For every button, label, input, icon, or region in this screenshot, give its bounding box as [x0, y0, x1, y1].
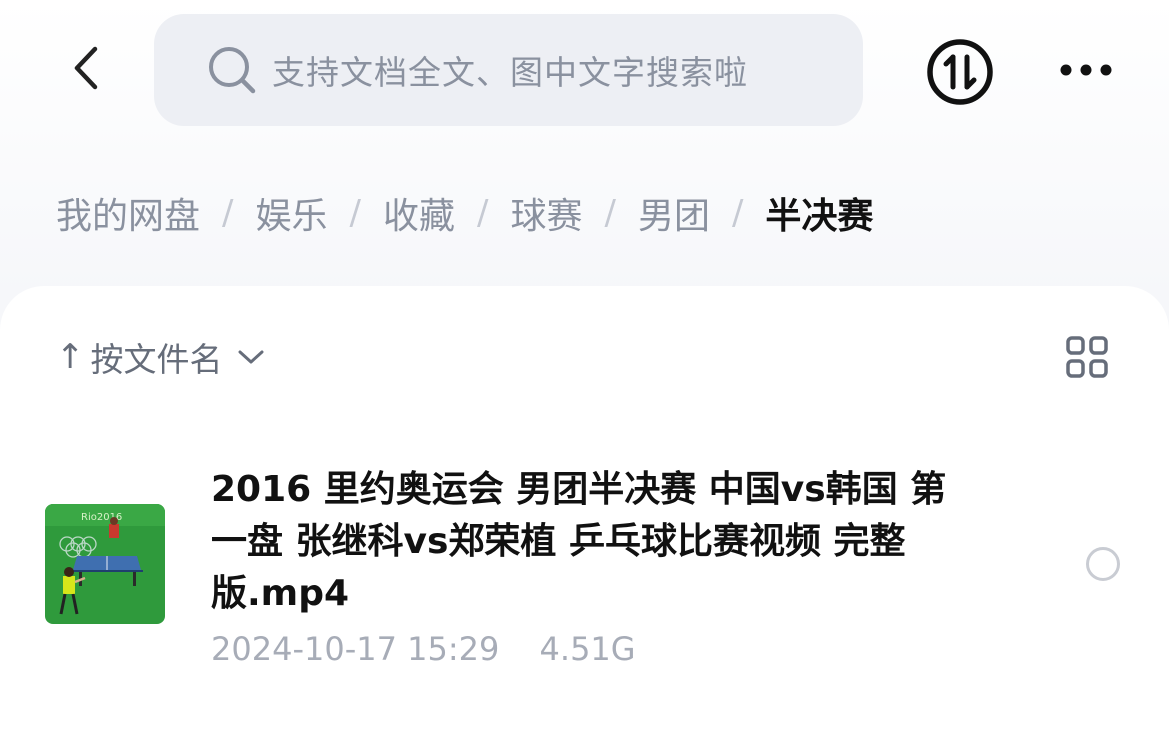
view-mode-toggle[interactable] [1062, 332, 1112, 382]
chevron-down-icon [237, 348, 265, 366]
sort-selector[interactable]: ↑ 按文件名 [56, 336, 265, 379]
chevron-left-icon [74, 46, 98, 90]
breadcrumb-separator: / [604, 193, 616, 233]
breadcrumb-item-mens-team[interactable]: 男团 [638, 187, 710, 239]
sort-direction-arrow: ↑ [56, 337, 85, 377]
top-bar: 支持文档全文、图中文字搜索啦 [0, 0, 1169, 140]
breadcrumb-item-my-drive[interactable]: 我的网盘 [56, 187, 200, 239]
breadcrumb-separator: / [476, 193, 489, 233]
breadcrumb-item-entertainment[interactable]: 娱乐 [255, 187, 327, 239]
sort-label: 按文件名 [90, 340, 223, 379]
search-bar[interactable]: 支持文档全文、图中文字搜索啦 [154, 14, 863, 126]
file-name: 2016 里约奥运会 男团半决赛 中国vs韩国 第一盘 张继科vs郑荣植 乒乓球… [211, 469, 947, 614]
breadcrumb-separator: / [731, 193, 744, 233]
more-button[interactable] [1052, 42, 1120, 98]
file-meta: 2024-10-17 15:29 4.51G [211, 630, 636, 668]
breadcrumb: 我的网盘 / 娱乐 / 收藏 / 球赛 / 男团 / 半决赛 [56, 186, 873, 240]
breadcrumb-current: 半决赛 [765, 196, 874, 237]
back-button[interactable] [58, 38, 114, 98]
file-list-item[interactable]: Rio2016 2016 里约奥运会 男团半决赛 中国vs韩国 第一盘 张继科v… [0, 446, 1169, 686]
breadcrumb-separator: / [222, 193, 234, 233]
select-checkbox[interactable] [1086, 547, 1120, 581]
file-size: 4.51G [539, 630, 636, 668]
breadcrumb-separator: / [349, 193, 361, 233]
breadcrumb-item-favorites[interactable]: 收藏 [383, 187, 455, 239]
more-dots-icon [1060, 64, 1112, 76]
video-thumbnail: Rio2016 [45, 504, 165, 624]
file-list-panel: ↑ 按文件名 Rio2016 2016 里约奥运会 男团半决赛 中国vs韩国 第… [0, 286, 1169, 756]
search-placeholder[interactable]: 支持文档全文、图中文字搜索啦 [272, 46, 748, 94]
file-date: 2024-10-17 15:29 [211, 630, 500, 668]
search-icon [206, 44, 258, 96]
breadcrumb-item-matches[interactable]: 球赛 [510, 187, 582, 239]
grid-icon [1066, 336, 1108, 378]
transfer-icon [927, 39, 993, 105]
transfer-button[interactable] [924, 36, 996, 108]
